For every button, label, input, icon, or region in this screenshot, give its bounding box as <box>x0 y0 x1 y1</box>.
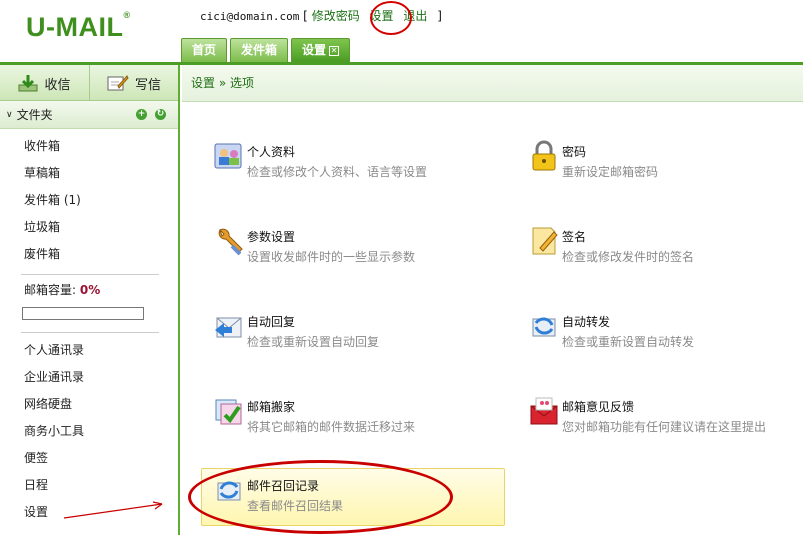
settings-item-signature[interactable]: 签名 检查或修改发件时的签名 <box>517 220 803 278</box>
mail-toolbar: 收信 写信 <box>0 65 178 101</box>
receive-button[interactable]: 收信 <box>0 65 89 101</box>
tab-home[interactable]: 首页 <box>181 38 228 62</box>
mailbox-move-icon <box>215 399 242 425</box>
item-title: 自动转发 <box>562 315 611 329</box>
folder-trash[interactable]: 废件箱 <box>24 241 178 268</box>
folder-junk[interactable]: 垃圾箱 <box>24 214 178 241</box>
nav-personal-contacts[interactable]: 个人通讯录 <box>24 337 178 364</box>
item-title: 密码 <box>562 145 587 159</box>
item-desc: 检查或重新设置自动回复 <box>247 335 380 349</box>
feedback-icon <box>530 397 558 425</box>
settings-item-mailbox-move[interactable]: 邮箱搬家 将其它邮箱的邮件数据迁移过来 <box>202 390 502 448</box>
tab-outbox[interactable]: 发件箱 <box>230 38 289 62</box>
item-title: 邮箱搬家 <box>247 400 296 414</box>
item-title: 个人资料 <box>247 145 296 159</box>
compose-pencil-icon <box>107 75 129 91</box>
item-desc: 设置收发邮件时的一些显示参数 <box>247 250 416 264</box>
bracket-close: ] <box>437 9 442 23</box>
header: U-MAIL® cici@domain.com [ 修改密码 设置 退出 ] 首… <box>0 0 803 62</box>
nav-notes[interactable]: 便签 <box>24 445 178 472</box>
item-title: 自动回复 <box>247 315 296 329</box>
item-desc: 检查或重新设置自动转发 <box>562 335 695 349</box>
nav-network-disk[interactable]: 网络硬盘 <box>24 391 178 418</box>
folder-inbox[interactable]: 收件箱 <box>24 133 178 160</box>
item-title: 邮箱意见反馈 <box>562 400 635 414</box>
chevron-down-icon: ∨ <box>6 109 13 120</box>
compose-button[interactable]: 写信 <box>89 65 178 101</box>
bracket-open: [ <box>303 9 308 23</box>
item-desc: 您对邮箱功能有任何建议请在这里提出 <box>562 420 767 434</box>
sidebar: 收信 写信 ∨ 文件夹 + ↻ 收件箱 草稿箱 发件箱 (1) 垃圾箱 废件箱 … <box>0 65 180 535</box>
item-title: 签名 <box>562 230 587 244</box>
tab-home-label: 首页 <box>192 43 217 57</box>
folder-section-header[interactable]: ∨ 文件夹 + ↻ <box>0 101 178 129</box>
settings-item-profile[interactable]: 个人资料 检查或修改个人资料、语言等设置 <box>202 135 502 193</box>
folder-drafts[interactable]: 草稿箱 <box>24 160 178 187</box>
quota-value: 0% <box>79 283 101 297</box>
logo: U-MAIL® <box>26 10 131 43</box>
divider <box>21 332 159 333</box>
change-password-link[interactable]: 修改密码 <box>312 9 360 23</box>
settings-item-feedback[interactable]: 邮箱意见反馈 您对邮箱功能有任何建议请在这里提出 <box>517 390 803 448</box>
auto-forward-icon <box>532 317 556 337</box>
receive-label: 收信 <box>44 77 71 93</box>
tab-settings[interactable]: 设置 ✕ <box>291 38 351 62</box>
item-title: 参数设置 <box>247 230 296 244</box>
folder-sent[interactable]: 发件箱 (1) <box>24 187 178 214</box>
add-folder-icon[interactable]: + <box>136 109 147 120</box>
wrench-icon <box>218 228 243 256</box>
breadcrumb: 设置 » 选项 <box>182 65 803 102</box>
settings-item-auto-reply[interactable]: 自动回复 检查或重新设置自动回复 <box>202 305 502 363</box>
auto-reply-icon <box>215 317 242 338</box>
quota-text: 邮箱容量: 0% <box>0 275 178 303</box>
item-desc: 重新设定邮箱密码 <box>562 165 659 179</box>
item-desc: 检查或修改个人资料、语言等设置 <box>247 165 428 179</box>
refresh-icon[interactable]: ↻ <box>155 109 166 120</box>
annotation-arrow <box>63 501 163 519</box>
nav-corporate-contacts[interactable]: 企业通讯录 <box>24 364 178 391</box>
settings-item-preferences[interactable]: 参数设置 设置收发邮件时的一些显示参数 <box>202 220 502 278</box>
tab-bar: 首页 发件箱 设置 ✕ <box>181 38 353 62</box>
quota-label: 邮箱容量: <box>24 283 77 297</box>
profile-icon <box>214 143 242 169</box>
compose-label: 写信 <box>134 77 161 93</box>
download-arrow-icon <box>18 75 38 92</box>
tab-outbox-label: 发件箱 <box>241 43 278 57</box>
logo-text: U-MAIL <box>26 12 124 42</box>
annotation-circle <box>370 1 412 35</box>
user-email: cici@domain.com <box>200 10 300 23</box>
folder-section-title: 文件夹 <box>16 108 53 122</box>
tab-settings-label: 设置 <box>302 43 327 57</box>
quota-bar <box>22 307 144 320</box>
lock-icon <box>532 140 556 171</box>
nav-business-tools[interactable]: 商务小工具 <box>24 418 178 445</box>
logo-registered-mark: ® <box>123 10 131 20</box>
item-desc: 将其它邮箱的邮件数据迁移过来 <box>247 420 416 434</box>
item-desc: 检查或修改发件时的签名 <box>562 250 695 264</box>
annotation-ellipse <box>188 460 453 534</box>
settings-item-password[interactable]: 密码 重新设定邮箱密码 <box>517 135 803 193</box>
signature-icon <box>532 227 558 255</box>
folder-list: 收件箱 草稿箱 发件箱 (1) 垃圾箱 废件箱 <box>0 133 178 268</box>
close-tab-icon[interactable]: ✕ <box>329 46 340 56</box>
settings-item-auto-forward[interactable]: 自动转发 检查或重新设置自动转发 <box>517 305 803 363</box>
